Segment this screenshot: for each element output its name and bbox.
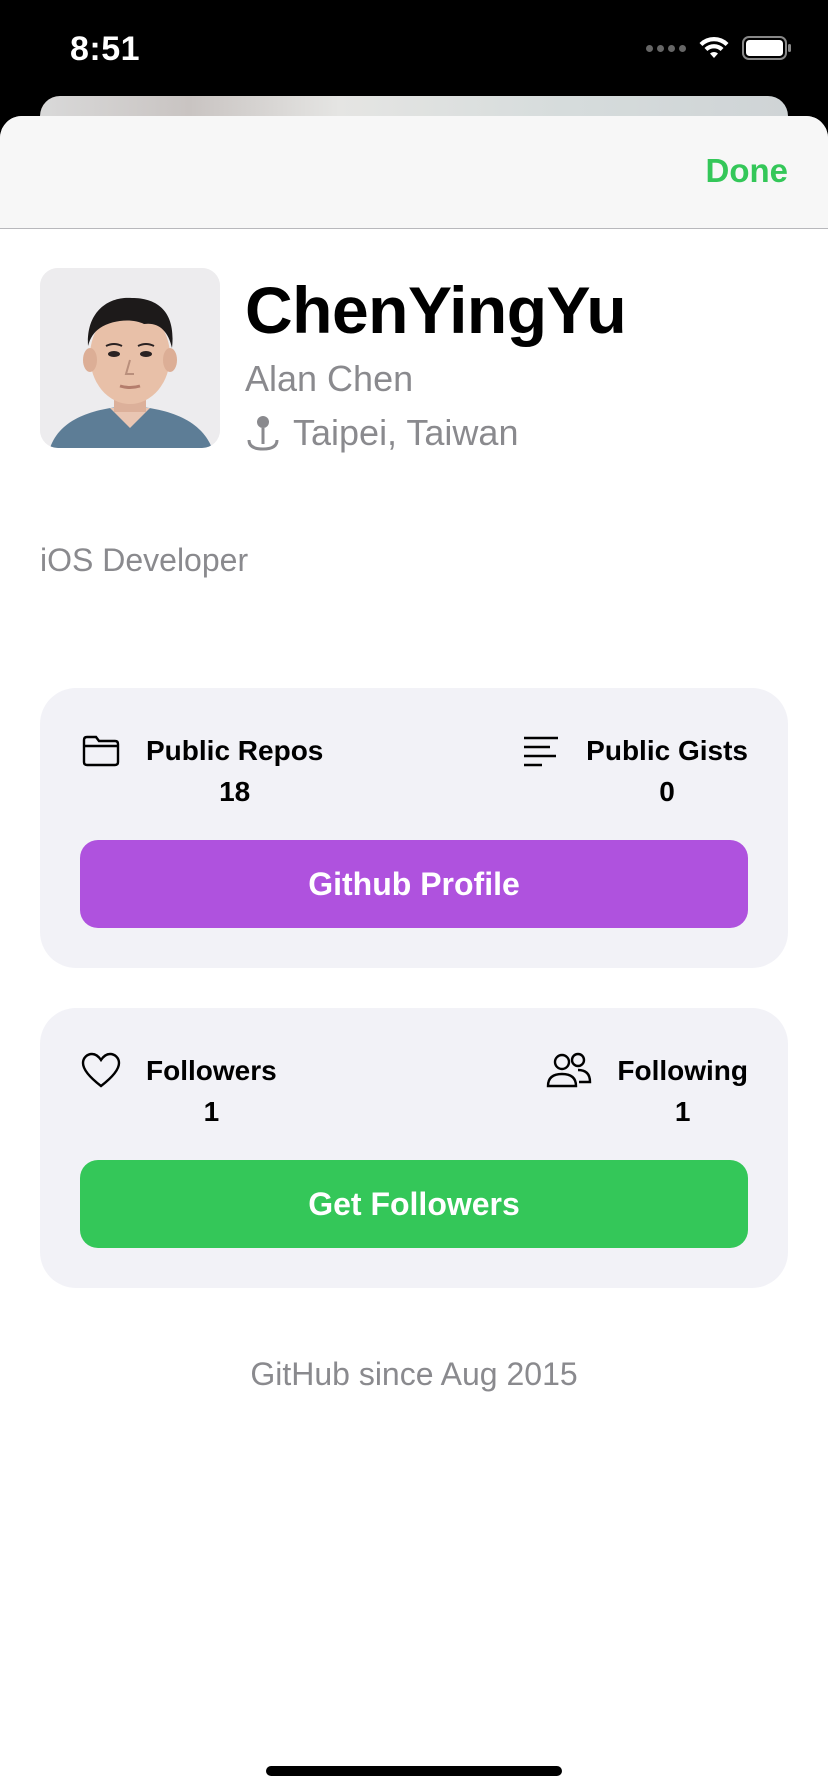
full-name: Alan Chen <box>245 358 414 399</box>
avatar-photo <box>40 268 220 448</box>
bio-text: iOS Developer <box>40 542 249 578</box>
avatar <box>40 268 220 448</box>
followers-stat: Followers 1 <box>80 1050 277 1128</box>
public-gists-stat: Public Gists 0 <box>520 730 748 808</box>
following-count: 1 <box>674 1096 691 1127</box>
following-stat: Following 1 <box>545 1050 748 1128</box>
followers-count: 1 <box>203 1096 220 1127</box>
battery-icon <box>742 36 791 60</box>
username: ChenYingYu <box>245 273 627 347</box>
done-button[interactable]: Done <box>706 152 789 190</box>
public-gists-label: Public Gists <box>586 735 748 766</box>
public-repos-count: 18 <box>219 776 251 807</box>
github-profile-button[interactable]: Github Profile <box>80 840 748 928</box>
following-label: Following <box>617 1055 748 1086</box>
status-icons <box>646 36 792 60</box>
wifi-icon <box>699 36 729 58</box>
cellular-signal-icon <box>646 44 686 52</box>
status-bar: 8:51 <box>0 0 828 96</box>
home-indicator[interactable] <box>266 1766 562 1776</box>
profile-sheet: Done ChenYingYu Alan Chen Taipei, Taiwan… <box>0 116 828 1792</box>
pin-icon <box>247 416 279 451</box>
heart-icon <box>81 1052 121 1088</box>
status-time: 8:51 <box>70 30 141 68</box>
person-2-icon <box>547 1052 592 1088</box>
followers-label: Followers <box>146 1055 277 1086</box>
location-text: Taipei, Taiwan <box>293 412 519 453</box>
text-align-left-icon <box>524 736 559 767</box>
repos-card: Public Repos 18 Public Gists 0 Github Pr… <box>40 688 788 968</box>
profile-text: ChenYingYu Alan Chen Taipei, Taiwan <box>245 268 627 454</box>
public-repos-stat: Public Repos 18 <box>80 730 323 808</box>
profile-header: ChenYingYu Alan Chen Taipei, Taiwan <box>40 268 627 454</box>
folder-icon <box>82 735 120 767</box>
public-repos-label: Public Repos <box>146 735 324 766</box>
public-gists-count: 0 <box>659 776 675 807</box>
location-row: Taipei, Taiwan <box>245 412 626 454</box>
get-followers-button[interactable]: Get Followers <box>80 1160 748 1248</box>
github-since-text: GitHub since Aug 2015 <box>250 1356 578 1392</box>
navigation-bar: Done <box>0 116 828 229</box>
followers-card: Followers 1 Following 1 Get Followers <box>40 1008 788 1288</box>
